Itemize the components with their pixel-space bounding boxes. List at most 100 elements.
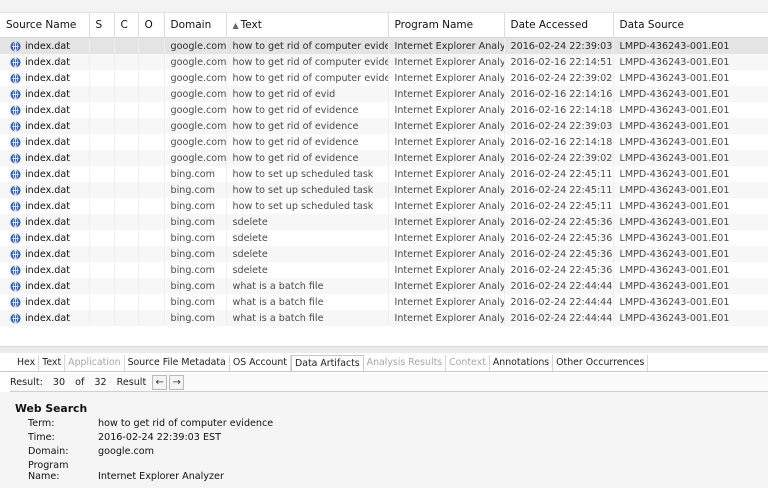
cell-source-name[interactable]: index.dat [0,166,90,182]
table-row[interactable]: index.dat bing.com how to set up scheduled… [0,198,768,214]
tab-source-file-metadata[interactable]: Source File Metadata [125,355,230,371]
table-row[interactable]: index.dat google.com how to get rid of com… [0,37,768,54]
cell-source-name[interactable]: index.dat [0,262,90,278]
tab-other-occurrences[interactable]: Other Occurrences [553,355,649,371]
column-header-data-source[interactable]: Data Source [613,13,768,38]
program-label: Program Name: [28,460,69,482]
table-row[interactable]: index.dat bing.com how to set up scheduled… [0,182,768,198]
column-header-source-name[interactable]: Source Name [0,13,90,38]
cell-source-name[interactable]: index.dat [0,37,90,54]
cell-source-name[interactable]: index.dat [0,134,90,150]
cell-source-name[interactable]: index.dat [0,230,90,246]
table-row[interactable]: index.dat google.com how to get rid of com… [0,70,768,86]
tab-data-artifacts[interactable]: Data Artifacts [290,355,364,371]
column-header-domain[interactable]: Domain [164,13,227,38]
previous-result-button[interactable]: ← [152,375,168,390]
table-row[interactable]: index.dat bing.com sdelete Internet Explore… [0,246,768,262]
web-search-icon [10,217,21,227]
cell-source-name[interactable]: index.dat [0,214,90,230]
source-name-text: index.dat [25,232,71,244]
cell-occurrences [138,278,165,294]
results-table: Source Name S C O Domain ▲ Text Program N… [0,13,768,326]
table-row[interactable]: index.dat bing.com sdelete Internet Explore… [0,214,768,230]
source-name-text: index.dat [25,104,71,116]
cell-program-name: Internet Explorer Analyzer [388,182,505,198]
cell-date-accessed: 2016-02-24 22:45:36 EST [504,214,614,230]
cell-program-name: Internet Explorer Analyzer [388,230,505,246]
cell-occurrences [138,214,165,230]
pane-splitter[interactable] [0,346,768,353]
tab-text[interactable]: Text [39,355,66,371]
table-row[interactable]: index.dat bing.com how to set up scheduled… [0,166,768,182]
cell-source-name[interactable]: index.dat [0,86,90,102]
table-row[interactable]: index.dat google.com how to get rid of com… [0,54,768,70]
next-result-button[interactable]: → [169,375,185,390]
cell-text: sdelete [226,230,389,246]
cell-source-name[interactable]: index.dat [0,294,90,310]
table-row[interactable]: index.dat bing.com what is a batch file Int… [0,278,768,294]
cell-program-name: Internet Explorer Analyzer [388,86,505,102]
cell-domain: google.com [164,37,227,54]
cell-program-name: Internet Explorer Analyzer [388,198,505,214]
cell-text: what is a batch file [226,278,389,294]
cell-source-name[interactable]: index.dat [0,182,90,198]
cell-program-name: Internet Explorer Analyzer [388,150,505,166]
cell-data-source: LMPD-436243-001.E01 [613,198,768,214]
column-header-occurrences[interactable]: O [138,13,165,38]
source-name-text: index.dat [25,312,71,324]
cell-date-accessed: 2016-02-24 22:45:36 EST [504,246,614,262]
column-header-date-accessed[interactable]: Date Accessed [504,13,614,38]
cell-source-name[interactable]: index.dat [0,198,90,214]
source-name-text: index.dat [25,56,71,68]
tab-annotations[interactable]: Annotations [490,355,554,371]
cell-comment [114,134,139,150]
cell-program-name: Internet Explorer Analyzer [388,214,505,230]
cell-text: how to set up scheduled task [226,166,389,182]
table-row[interactable]: index.dat google.com how to get rid of evi… [0,118,768,134]
cell-domain: google.com [164,70,227,86]
web-search-icon [10,201,21,211]
tab-analysis-results[interactable]: Analysis Results [364,355,447,371]
web-search-icon [10,89,21,99]
cell-source-name[interactable]: index.dat [0,310,90,326]
tab-context[interactable]: Context [446,355,490,371]
column-header-text-label: Text [240,19,262,31]
tab-os-account[interactable]: OS Account [230,355,291,371]
cell-occurrences [138,246,165,262]
cell-source-name[interactable]: index.dat [0,102,90,118]
cell-domain: google.com [164,102,227,118]
column-header-comment[interactable]: C [114,13,139,38]
column-header-score[interactable]: S [89,13,115,38]
table-row[interactable]: index.dat bing.com sdelete Internet Explore… [0,262,768,278]
cell-text: how to get rid of evidence [226,118,389,134]
cell-score [89,214,115,230]
cell-score [89,86,115,102]
cell-score [89,54,115,70]
table-row[interactable]: index.dat bing.com what is a batch file Int… [0,310,768,326]
cell-score [89,182,115,198]
cell-source-name[interactable]: index.dat [0,246,90,262]
cell-occurrences [138,262,165,278]
cell-domain: google.com [164,118,227,134]
table-row[interactable]: index.dat google.com how to get rid of evi… [0,102,768,118]
table-row[interactable]: index.dat bing.com what is a batch file Int… [0,294,768,310]
cell-comment [114,70,139,86]
table-row[interactable]: index.dat google.com how to get rid of evi… [0,86,768,102]
table-row[interactable]: index.dat google.com how to get rid of evi… [0,134,768,150]
tab-hex[interactable]: Hex [14,355,40,371]
cell-domain: bing.com [164,278,227,294]
column-header-text[interactable]: ▲ Text [226,13,389,38]
column-header-program-name[interactable]: Program Name [388,13,505,38]
cell-text: sdelete [226,214,389,230]
cell-source-name[interactable]: index.dat [0,118,90,134]
cell-source-name[interactable]: index.dat [0,150,90,166]
tab-application[interactable]: Application [65,355,125,371]
cell-source-name[interactable]: index.dat [0,54,90,70]
cell-source-name[interactable]: index.dat [0,278,90,294]
cell-text: how to get rid of computer evidence [226,70,389,86]
cell-comment [114,310,139,326]
cell-source-name[interactable]: index.dat [0,70,90,86]
table-row[interactable]: index.dat bing.com sdelete Internet Explore… [0,230,768,246]
program-value: Internet Explorer Analyzer [98,471,224,482]
table-row[interactable]: index.dat google.com how to get rid of evi… [0,150,768,166]
